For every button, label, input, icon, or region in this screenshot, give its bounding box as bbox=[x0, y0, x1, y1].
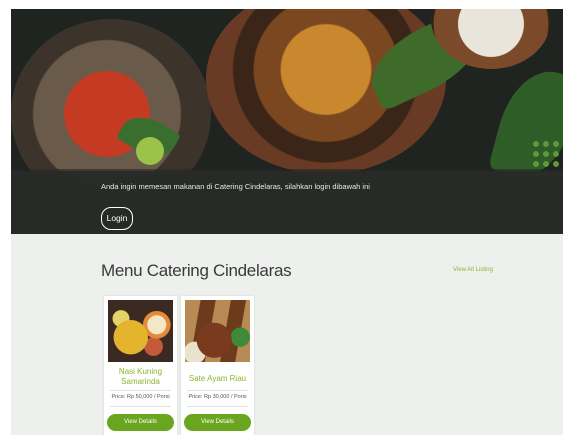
section-title: Menu Catering Cindelaras bbox=[101, 261, 292, 280]
hero-login-bar bbox=[11, 171, 563, 234]
menu-card-title[interactable]: Sate Ayam Riau bbox=[181, 374, 254, 384]
divider bbox=[110, 406, 171, 407]
hero-banner: Anda ingin memesan makanan di Catering C… bbox=[11, 9, 563, 234]
view-details-button[interactable]: View Details bbox=[107, 414, 174, 431]
menu-card-price: Price: Rp 30,000 / Porsi bbox=[188, 394, 247, 400]
menu-card-price: Price: Rp 50,000 / Porsi bbox=[111, 394, 170, 400]
divider bbox=[187, 406, 248, 407]
food-photo bbox=[185, 300, 250, 362]
login-prompt-text: Anda ingin memesan makanan di Catering C… bbox=[101, 182, 370, 191]
menu-card-nasi-kuning: Nasi Kuning Samarinda Price: Rp 50,000 /… bbox=[104, 296, 177, 435]
divider bbox=[187, 390, 248, 391]
title-line: Samarinda bbox=[121, 377, 160, 386]
food-photo bbox=[108, 300, 173, 362]
login-button[interactable]: Login bbox=[101, 207, 133, 230]
title-line: Nasi Kuning bbox=[118, 367, 163, 376]
nasi-kuning-image[interactable] bbox=[108, 300, 173, 362]
lime-decoration bbox=[136, 137, 164, 165]
page: Anda ingin memesan makanan di Catering C… bbox=[11, 9, 563, 435]
menu-card-sate-ayam: Sate Ayam Riau Price: Rp 30,000 / Porsi … bbox=[181, 296, 254, 435]
view-details-button[interactable]: View Details bbox=[184, 414, 251, 431]
sate-ayam-image[interactable] bbox=[185, 300, 250, 362]
divider bbox=[110, 390, 171, 391]
menu-card-title[interactable]: Nasi Kuning Samarinda bbox=[104, 367, 177, 387]
view-all-listing-link[interactable]: View All Listing bbox=[453, 267, 493, 273]
